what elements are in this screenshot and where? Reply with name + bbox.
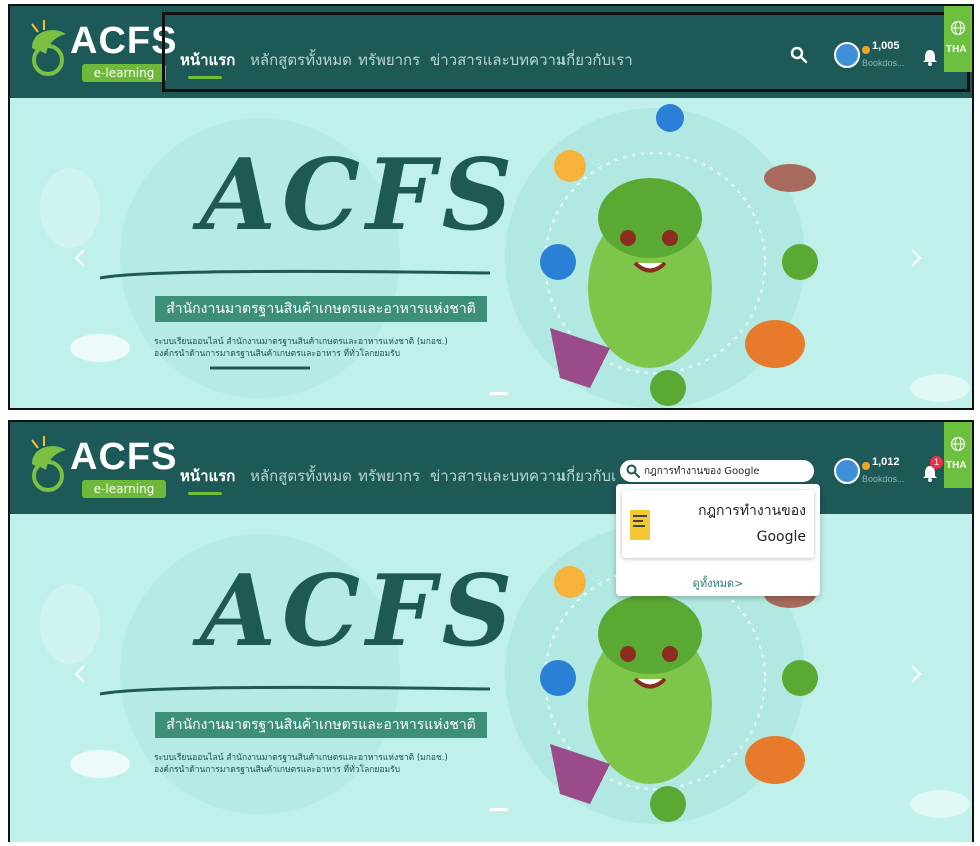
hero-description-line-1: ระบบเรียนออนไลน์ สำนักงานมาตรฐานสินค้าเก… xyxy=(154,337,448,347)
nav-item-courses[interactable]: หลักสูตรทั้งหมด xyxy=(250,464,352,488)
screenshot-before-search: ACFS e-learning หน้าแรก หลักสูตรทั้งหมด … xyxy=(8,4,974,410)
chevron-right-icon[interactable] xyxy=(910,248,922,268)
language-label: THA xyxy=(946,460,967,471)
leaf-bulb-icon xyxy=(31,436,66,492)
hero-banner: ACFS สำนักงานมาตรฐานสินค้าเกษตรและอาหารแ… xyxy=(10,514,972,828)
nav-item-news[interactable]: ข่าวสารและบทความ xyxy=(430,48,566,72)
nav-item-courses[interactable]: หลักสูตรทั้งหมด xyxy=(250,48,352,72)
hero-banner: ACFS สำนักงานมาตรฐานสินค้าเกษตรและอาหารแ… xyxy=(10,98,972,408)
search-results-dropdown: กฎการทำงานของ Google ดูทั้งหมด> xyxy=(616,484,820,596)
user-name[interactable]: Bookdos... xyxy=(862,474,905,484)
hero-description-line-2: องค์กรนำด้านการมาตรฐานสินค้าเกษตรและอาหา… xyxy=(154,765,401,775)
search-icon xyxy=(626,464,640,478)
search-result-title: กฎการทำงานของ Google xyxy=(698,503,806,545)
navbar: ACFS e-learning หน้าแรก หลักสูตรทั้งหมด … xyxy=(10,6,972,98)
acfs-logo[interactable]: ACFS e-learning xyxy=(24,16,176,88)
nav-item-home[interactable]: หน้าแรก xyxy=(180,464,235,488)
hero-title: ACFS xyxy=(200,138,519,253)
search-result-item[interactable]: กฎการทำงานของ Google xyxy=(622,490,814,558)
globe-icon xyxy=(950,20,966,36)
notification-badge: 1 xyxy=(930,456,943,469)
logo-subtitle: e-learning xyxy=(82,64,166,82)
user-points: 1,012 xyxy=(872,456,900,468)
coin-icon xyxy=(862,46,870,54)
bell-icon[interactable] xyxy=(922,48,938,66)
hero-description: ระบบเรียนออนไลน์ สำนักงานมาตรฐานสินค้าเก… xyxy=(154,752,504,776)
nav-item-resources[interactable]: ทรัพยากร xyxy=(358,48,420,72)
leaf-bulb-icon xyxy=(31,20,66,76)
hero-description: ระบบเรียนออนไลน์ สำนักงานมาตรฐานสินค้าเก… xyxy=(154,336,504,360)
language-switcher[interactable]: THA xyxy=(944,6,972,72)
logo-subtitle: e-learning xyxy=(82,480,166,498)
language-label: THA xyxy=(946,44,967,55)
chevron-left-icon[interactable] xyxy=(74,664,86,684)
user-name[interactable]: Bookdos... xyxy=(862,58,905,68)
avatar[interactable] xyxy=(834,42,860,68)
search-icon[interactable] xyxy=(790,46,808,64)
nav-item-resources[interactable]: ทรัพยากร xyxy=(358,464,420,488)
navbar: ACFS e-learning หน้าแรก หลักสูตรทั้งหมด … xyxy=(10,422,972,514)
nav-item-about[interactable]: เกี่ยวกับเรา xyxy=(561,464,617,488)
search-input[interactable] xyxy=(644,463,810,479)
hero-ribbon: สำนักงานมาตรฐานสินค้าเกษตรและอาหารแห่งชา… xyxy=(155,712,487,738)
coin-icon xyxy=(862,462,870,470)
hero-description-line-1: ระบบเรียนออนไลน์ สำนักงานมาตรฐานสินค้าเก… xyxy=(154,753,448,763)
user-points: 1,005 xyxy=(872,40,900,52)
logo-text: ACFS xyxy=(70,436,178,478)
hero-description-line-2: องค์กรนำด้านการมาตรฐานสินค้าเกษตรและอาหา… xyxy=(154,349,401,359)
acfs-logo[interactable]: ACFS e-learning xyxy=(24,432,176,504)
nav-item-news[interactable]: ข่าวสารและบทความ xyxy=(430,464,566,488)
view-all-link[interactable]: ดูทั้งหมด> xyxy=(616,574,820,592)
hero-ribbon: สำนักงานมาตรฐานสินค้าเกษตรและอาหารแห่งชา… xyxy=(155,296,487,322)
search-field[interactable] xyxy=(618,458,816,484)
nav-active-underline xyxy=(188,76,222,79)
book-cover-thumbnail xyxy=(630,510,650,540)
chevron-left-icon[interactable] xyxy=(74,248,86,268)
globe-icon xyxy=(950,436,966,452)
screenshot-with-search: ACFS e-learning หน้าแรก หลักสูตรทั้งหมด … xyxy=(8,420,974,842)
nav-item-about[interactable]: เกี่ยวกับเรา xyxy=(561,48,633,72)
hero-title: ACFS xyxy=(200,554,519,669)
nav-item-home[interactable]: หน้าแรก xyxy=(180,48,235,72)
chevron-right-icon[interactable] xyxy=(910,664,922,684)
nav-active-underline xyxy=(188,492,222,495)
language-switcher[interactable]: THA xyxy=(944,422,972,488)
avatar[interactable] xyxy=(834,458,860,484)
